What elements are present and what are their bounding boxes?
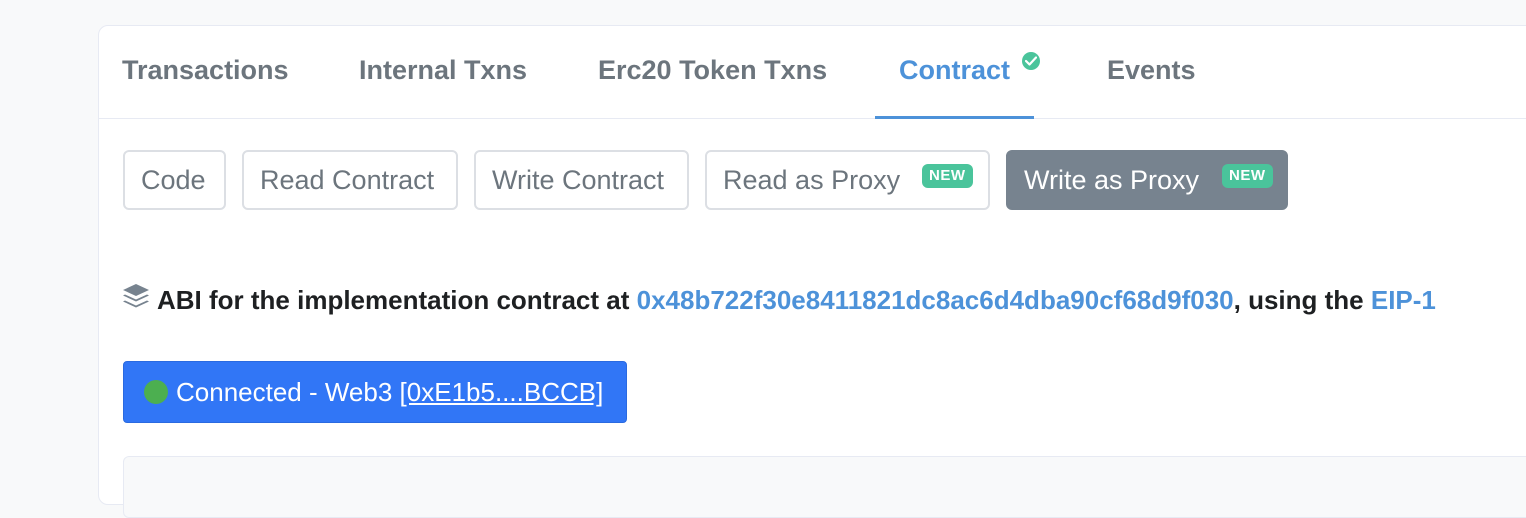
eip-standard-link[interactable]: EIP-1 [1371, 285, 1436, 315]
subtab-read-contract[interactable]: Read Contract [242, 150, 458, 210]
layers-icon [121, 282, 151, 319]
new-badge: NEW [922, 164, 973, 188]
subtab-write-contract[interactable]: Write Contract [474, 150, 689, 210]
tab-contract[interactable]: Contract [874, 26, 1041, 119]
subtab-label: Code [141, 165, 206, 195]
contract-card: Transactions Internal Txns Erc20 Token T… [98, 25, 1526, 518]
tab-label: Internal Txns [359, 55, 528, 85]
green-dot-icon [144, 380, 168, 405]
contract-methods-panel [123, 456, 1526, 518]
abi-middle-text: , using the [1233, 285, 1371, 315]
subtab-label: Read as Proxy [723, 165, 901, 195]
implementation-address-link[interactable]: 0x48b722f30e8411821dc8ac6d4dba90cf68d9f0… [637, 285, 1234, 315]
abi-prefix-text: ABI for the implementation contract at [157, 285, 637, 315]
subtab-write-as-proxy[interactable]: Write as Proxy NEW [1006, 150, 1288, 210]
tab-bar: Transactions Internal Txns Erc20 Token T… [99, 26, 1526, 119]
abi-implementation-notice: ABI for the implementation contract at 0… [121, 282, 1436, 318]
connected-address-link[interactable]: [0xE1b5....BCCB] [400, 377, 604, 407]
subtab-label: Write as Proxy [1024, 165, 1200, 195]
subtab-label: Read Contract [260, 165, 435, 195]
tab-label: Erc20 Token Txns [598, 55, 828, 85]
subtab-read-as-proxy[interactable]: Read as Proxy NEW [705, 150, 990, 210]
tab-erc20-token-txns[interactable]: Erc20 Token Txns [598, 26, 827, 118]
web3-connected-button[interactable]: Connected - Web3 [0xE1b5....BCCB] [123, 361, 627, 423]
new-badge: NEW [1222, 164, 1273, 188]
tab-label: Events [1107, 55, 1196, 85]
tab-events[interactable]: Events [1107, 26, 1196, 118]
check-circle-icon [1022, 52, 1041, 70]
tab-internal-txns[interactable]: Internal Txns [359, 26, 527, 118]
tab-label: Contract [899, 55, 1011, 85]
connection-label: Connected - Web3 [176, 377, 400, 407]
tab-label: Transactions [122, 55, 289, 85]
subtab-label: Write Contract [492, 165, 665, 195]
subtab-code[interactable]: Code [123, 150, 226, 210]
tab-transactions[interactable]: Transactions [122, 26, 289, 118]
